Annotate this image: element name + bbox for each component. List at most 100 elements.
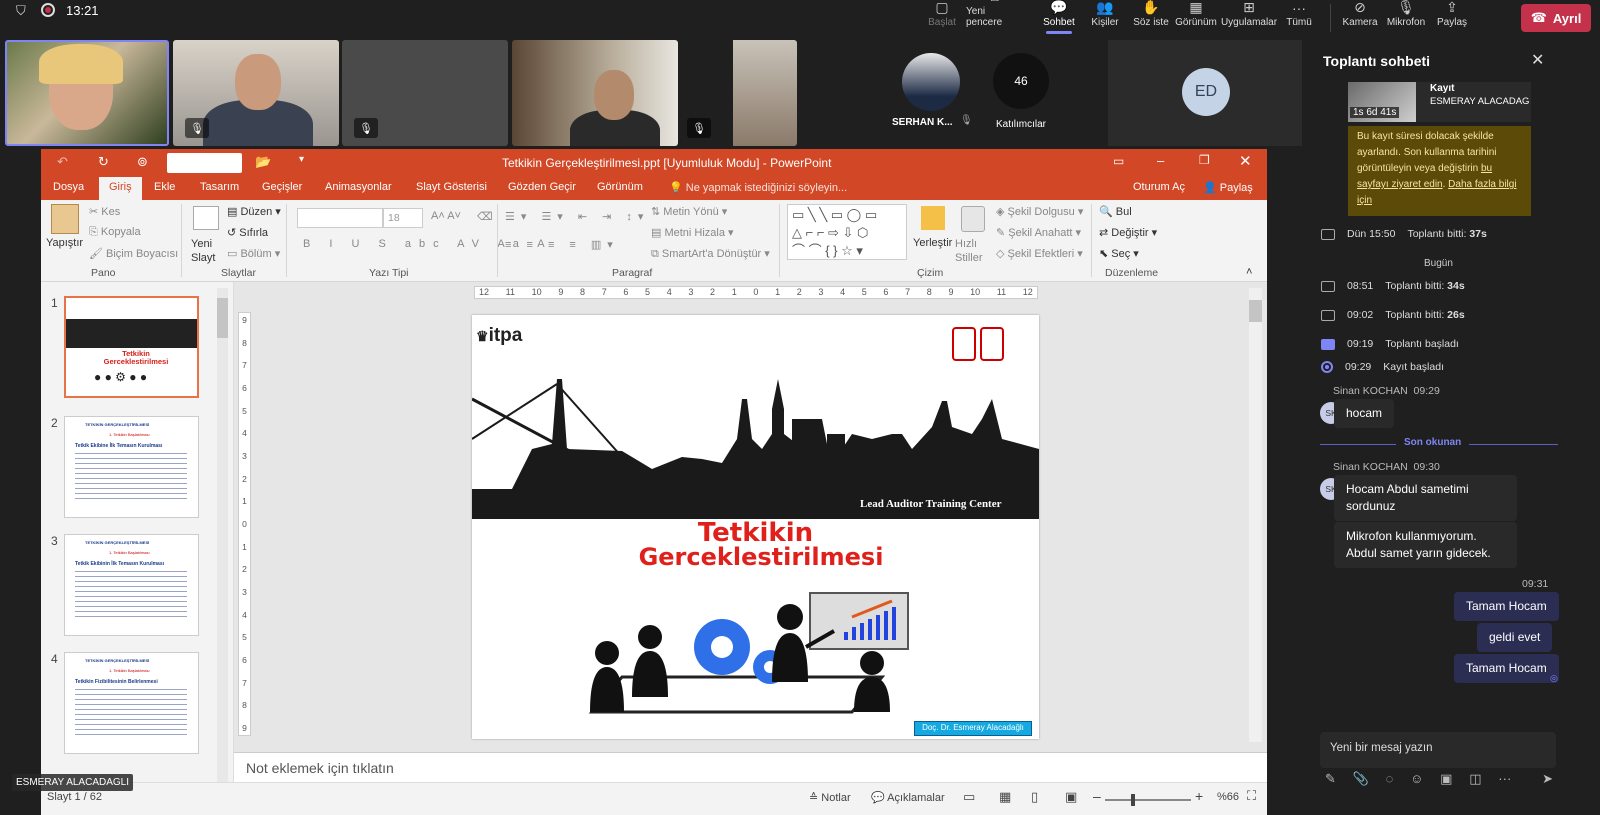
customize-icon[interactable]: ▾ [299,154,304,165]
tab-insert[interactable]: Ekle [154,181,175,193]
font-size-input[interactable]: 18 [383,208,423,228]
share-ppt-button[interactable]: 👤 Paylaş [1203,181,1253,194]
zoom-in-icon[interactable]: + [1195,788,1203,804]
video-tile-2[interactable]: 🎙 [173,40,339,146]
format-icon[interactable]: ✎ [1325,771,1336,791]
video-tile-4[interactable]: 🎙 [512,40,678,146]
reset-button[interactable]: ↺ Sıfırla [227,226,268,239]
sign-in-link[interactable]: Oturum Aç [1133,181,1185,193]
undo-icon[interactable]: ↶ [57,154,68,170]
loop-icon[interactable]: ◌ [1386,771,1394,791]
slide-thumbnail-2[interactable]: TETKİKİN GERÇEKLEŞTİRİLMESİ 1. Tetkikin … [64,416,199,518]
chat-button[interactable]: 💬 Sohbet [1040,0,1078,38]
minimize-icon[interactable]: – [1157,153,1164,168]
gif-icon[interactable]: ▣ [1440,771,1452,791]
zoom-level[interactable]: %66 [1217,791,1239,803]
paste-button[interactable]: Yapıştır [46,237,83,249]
select-button[interactable]: ⬉ Seç ▾ [1099,247,1139,260]
zoom-slider[interactable] [1105,794,1191,806]
send-icon[interactable]: ➤ [1542,771,1553,791]
chat-message[interactable]: Hocam Abdul sametimi sordunuz [1334,475,1517,521]
cut-button[interactable]: ✂ Kes [89,205,120,218]
tab-file[interactable]: Dosya [53,181,84,193]
close-chat-icon[interactable]: ✕ [1531,50,1544,70]
notes-pane[interactable]: Not eklemek için tıklatın [234,752,1267,782]
initials-tile[interactable]: ED [1108,40,1302,146]
align-text-button[interactable]: ▤ Metni Hizala ▾ [651,226,734,239]
shape-effects-button[interactable]: ◇ Şekil Efektleri ▾ [996,247,1083,260]
arrange-icon[interactable] [921,206,945,230]
open-folder-icon[interactable]: 📂 [255,154,271,170]
tell-me-box[interactable]: 💡 Ne yapmak istediğinizi söyleyin... [669,181,847,194]
ribbon-options-icon[interactable]: ▭ [1113,154,1124,168]
camera-button[interactable]: ⊘ Kamera [1342,0,1378,38]
zoom-out-icon[interactable]: – [1093,788,1101,804]
apps-button[interactable]: ⊞ Uygulamalar [1221,0,1277,38]
notes-toggle[interactable]: ≙ Notlar [809,791,851,804]
shapes-gallery[interactable]: ▭ ╲ ╲ ▭ ◯ ▭ △ ⌐ ⌐ ⇨ ⇩ ⬡ ⌒ ⌒ { } ☆ ▾ [787,204,907,260]
clear-format-icon[interactable]: ⌫ [477,210,493,223]
participant-avatar-tile[interactable]: SERHAN K... 🎙 [880,40,984,146]
my-chat-message[interactable]: Tamam Hocam [1454,654,1559,683]
more-button[interactable]: ··· Tümü [1285,0,1313,38]
restore-icon[interactable]: ❐ [1199,153,1210,167]
close-icon[interactable]: ✕ [1239,152,1252,170]
tab-review[interactable]: Gözden Geçir [508,181,576,193]
section-button[interactable]: ▭ Bölüm ▾ [227,247,280,260]
present-icon[interactable]: ⊚ [137,154,148,170]
quick-styles-icon[interactable] [961,206,985,232]
video-tile-speaker[interactable] [5,40,169,146]
leave-button[interactable]: ☎ Ayrıl [1521,4,1591,32]
recording-card[interactable]: 1s 6d 41s Kayıt ESMERAY ALACADAGLI [1348,82,1531,122]
tab-view[interactable]: Görünüm [597,181,643,193]
sorter-view-icon[interactable]: ▦ [999,789,1011,805]
participants-count-tile[interactable]: 46 Katılımcılar [984,40,1058,146]
replace-button[interactable]: ⇄ Değiştir ▾ [1099,226,1157,239]
new-slide-button[interactable]: Yeni Slayt [191,237,231,265]
video-tile-5[interactable]: 🎙 [681,40,797,146]
tab-design[interactable]: Tasarım [200,181,239,193]
layout-button[interactable]: ▤ Düzen ▾ [227,205,281,218]
arrange-button[interactable]: Yerleştir [913,237,952,249]
collapse-ribbon-icon[interactable]: ˄ [1246,266,1252,278]
slideshow-view-icon[interactable]: ▣ [1065,789,1077,805]
more-icon[interactable]: ··· [1498,771,1511,791]
share-button[interactable]: ⇪ Paylaş [1436,0,1468,38]
new-window-button[interactable]: ⧉Yeni pencere [966,0,1022,38]
shape-outline-button[interactable]: ✎ Şekil Anahatt ▾ [996,226,1081,239]
slide-thumbnail-1[interactable]: Tetkikin Gerceklestirilmesi ● ● ⚙ ● ● [64,296,199,398]
people-button[interactable]: 👥 Kişiler [1090,0,1120,38]
find-button[interactable]: 🔍 Bul [1099,205,1132,218]
paste-icon[interactable] [51,204,79,234]
tab-slideshow[interactable]: Slayt Gösterisi [416,181,487,193]
tab-animations[interactable]: Animasyonlar [325,181,392,193]
emoji-icon[interactable]: ☺ [1410,771,1423,791]
copy-button[interactable]: ⎘ Kopyala [89,226,141,239]
normal-view-icon[interactable]: ▭ [963,789,975,805]
mic-button[interactable]: 🎙 Mikrofon [1386,0,1426,38]
smartart-button[interactable]: ⧉ SmartArt'a Dönüştür ▾ [651,247,770,261]
align-icons[interactable]: ≡ ≡ ≡ ≡ ▥▾ [505,238,619,251]
my-chat-message[interactable]: Tamam Hocam [1454,592,1559,621]
view-button[interactable]: ▦ Görünüm [1175,0,1217,38]
font-family-input[interactable] [297,208,383,228]
redo-icon[interactable]: ↻ [98,154,109,170]
thumbnails-scrollbar[interactable] [217,288,228,782]
comments-toggle[interactable]: 💬 Açıklamalar [871,791,945,804]
reading-view-icon[interactable]: ▯ [1031,789,1038,805]
fit-slide-icon[interactable]: ⛶ [1247,788,1256,804]
font-grow-icon[interactable]: A˄ A˅ [431,210,461,222]
compose-box[interactable]: Yeni bir mesaj yazın [1320,732,1556,768]
text-direction-button[interactable]: ⇅ Metin Yönü ▾ [651,205,727,218]
slide-thumbnail-3[interactable]: TETKİKİN GERÇEKLEŞTİRİLMESİ 1. Tetkikin … [64,534,199,636]
tab-transitions[interactable]: Geçişler [262,181,302,193]
quick-styles-button[interactable]: Hızlı Stiller [955,237,987,265]
tab-home[interactable]: Giriş [99,177,142,200]
quick-access-dropdown[interactable] [167,153,242,173]
new-slide-icon[interactable] [193,206,219,230]
start-button[interactable]: ▢ Başlat [926,0,958,38]
list-icons[interactable]: ☰▾ ☰▾ ⇤ ⇥ ↕▾ [505,210,649,223]
chat-message[interactable]: Mikrofon kullanmıyorum. Abdul samet yarı… [1334,522,1517,568]
format-painter-button[interactable]: 🖌 Biçim Boyacısı [89,247,178,260]
my-chat-message[interactable]: geldi evet [1477,623,1553,652]
